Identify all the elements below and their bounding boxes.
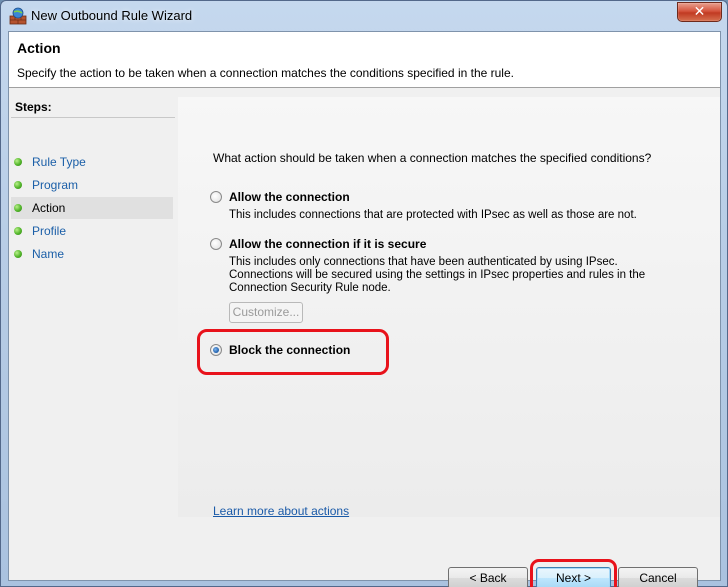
step-label: Profile bbox=[32, 224, 67, 238]
step-complete-icon bbox=[14, 158, 22, 166]
allow-secure-label[interactable]: Allow the connection if it is secure bbox=[229, 237, 426, 251]
page-description: Specify the action to be taken when a co… bbox=[17, 66, 514, 80]
step-pending-icon bbox=[14, 250, 22, 258]
action-content: What action should be taken when a conne… bbox=[178, 97, 720, 518]
steps-divider bbox=[11, 117, 175, 118]
step-label: Action bbox=[32, 201, 66, 215]
allow-description: This includes connections that are prote… bbox=[229, 209, 637, 221]
page-title: Action bbox=[17, 40, 61, 56]
step-profile[interactable]: Profile bbox=[11, 220, 173, 242]
firewall-icon bbox=[9, 7, 27, 25]
allow-secure-radio[interactable] bbox=[210, 238, 222, 250]
allow-label[interactable]: Allow the connection bbox=[229, 190, 350, 204]
step-action[interactable]: Action bbox=[11, 197, 173, 219]
highlight-next-button bbox=[530, 559, 617, 587]
title-bar[interactable]: New Outbound Rule Wizard ✕ bbox=[1, 1, 727, 31]
button-bar: < Back Next > Cancel bbox=[9, 519, 720, 587]
wizard-window: New Outbound Rule Wizard ✕ Action Specif… bbox=[0, 0, 728, 587]
learn-more-link[interactable]: Learn more about actions bbox=[213, 504, 349, 518]
step-label: Program bbox=[32, 178, 79, 192]
steps-heading: Steps: bbox=[15, 100, 52, 114]
wizard-client-area: Action Specify the action to be taken wh… bbox=[8, 31, 721, 587]
customize-button[interactable]: Customize... bbox=[229, 302, 303, 323]
highlight-block-option bbox=[197, 329, 389, 375]
action-question: What action should be taken when a conne… bbox=[213, 151, 652, 165]
step-pending-icon bbox=[14, 227, 22, 235]
step-program[interactable]: Program bbox=[11, 174, 173, 196]
window-title: New Outbound Rule Wizard bbox=[31, 8, 193, 23]
step-label: Name bbox=[32, 247, 65, 261]
step-label: Rule Type bbox=[32, 155, 86, 169]
step-current-icon bbox=[14, 204, 22, 212]
close-icon: ✕ bbox=[693, 3, 706, 19]
cancel-button[interactable]: Cancel bbox=[618, 567, 698, 587]
page-header: Action Specify the action to be taken wh… bbox=[9, 32, 720, 88]
back-button[interactable]: < Back bbox=[448, 567, 528, 587]
close-button[interactable]: ✕ bbox=[677, 2, 722, 22]
step-complete-icon bbox=[14, 181, 22, 189]
allow-radio[interactable] bbox=[210, 191, 222, 203]
step-name[interactable]: Name bbox=[11, 243, 173, 265]
steps-panel: Steps: Rule Type Program Action Profile … bbox=[9, 89, 177, 519]
allow-secure-description: This includes only connections that have… bbox=[229, 256, 646, 294]
step-rule-type[interactable]: Rule Type bbox=[11, 151, 173, 173]
